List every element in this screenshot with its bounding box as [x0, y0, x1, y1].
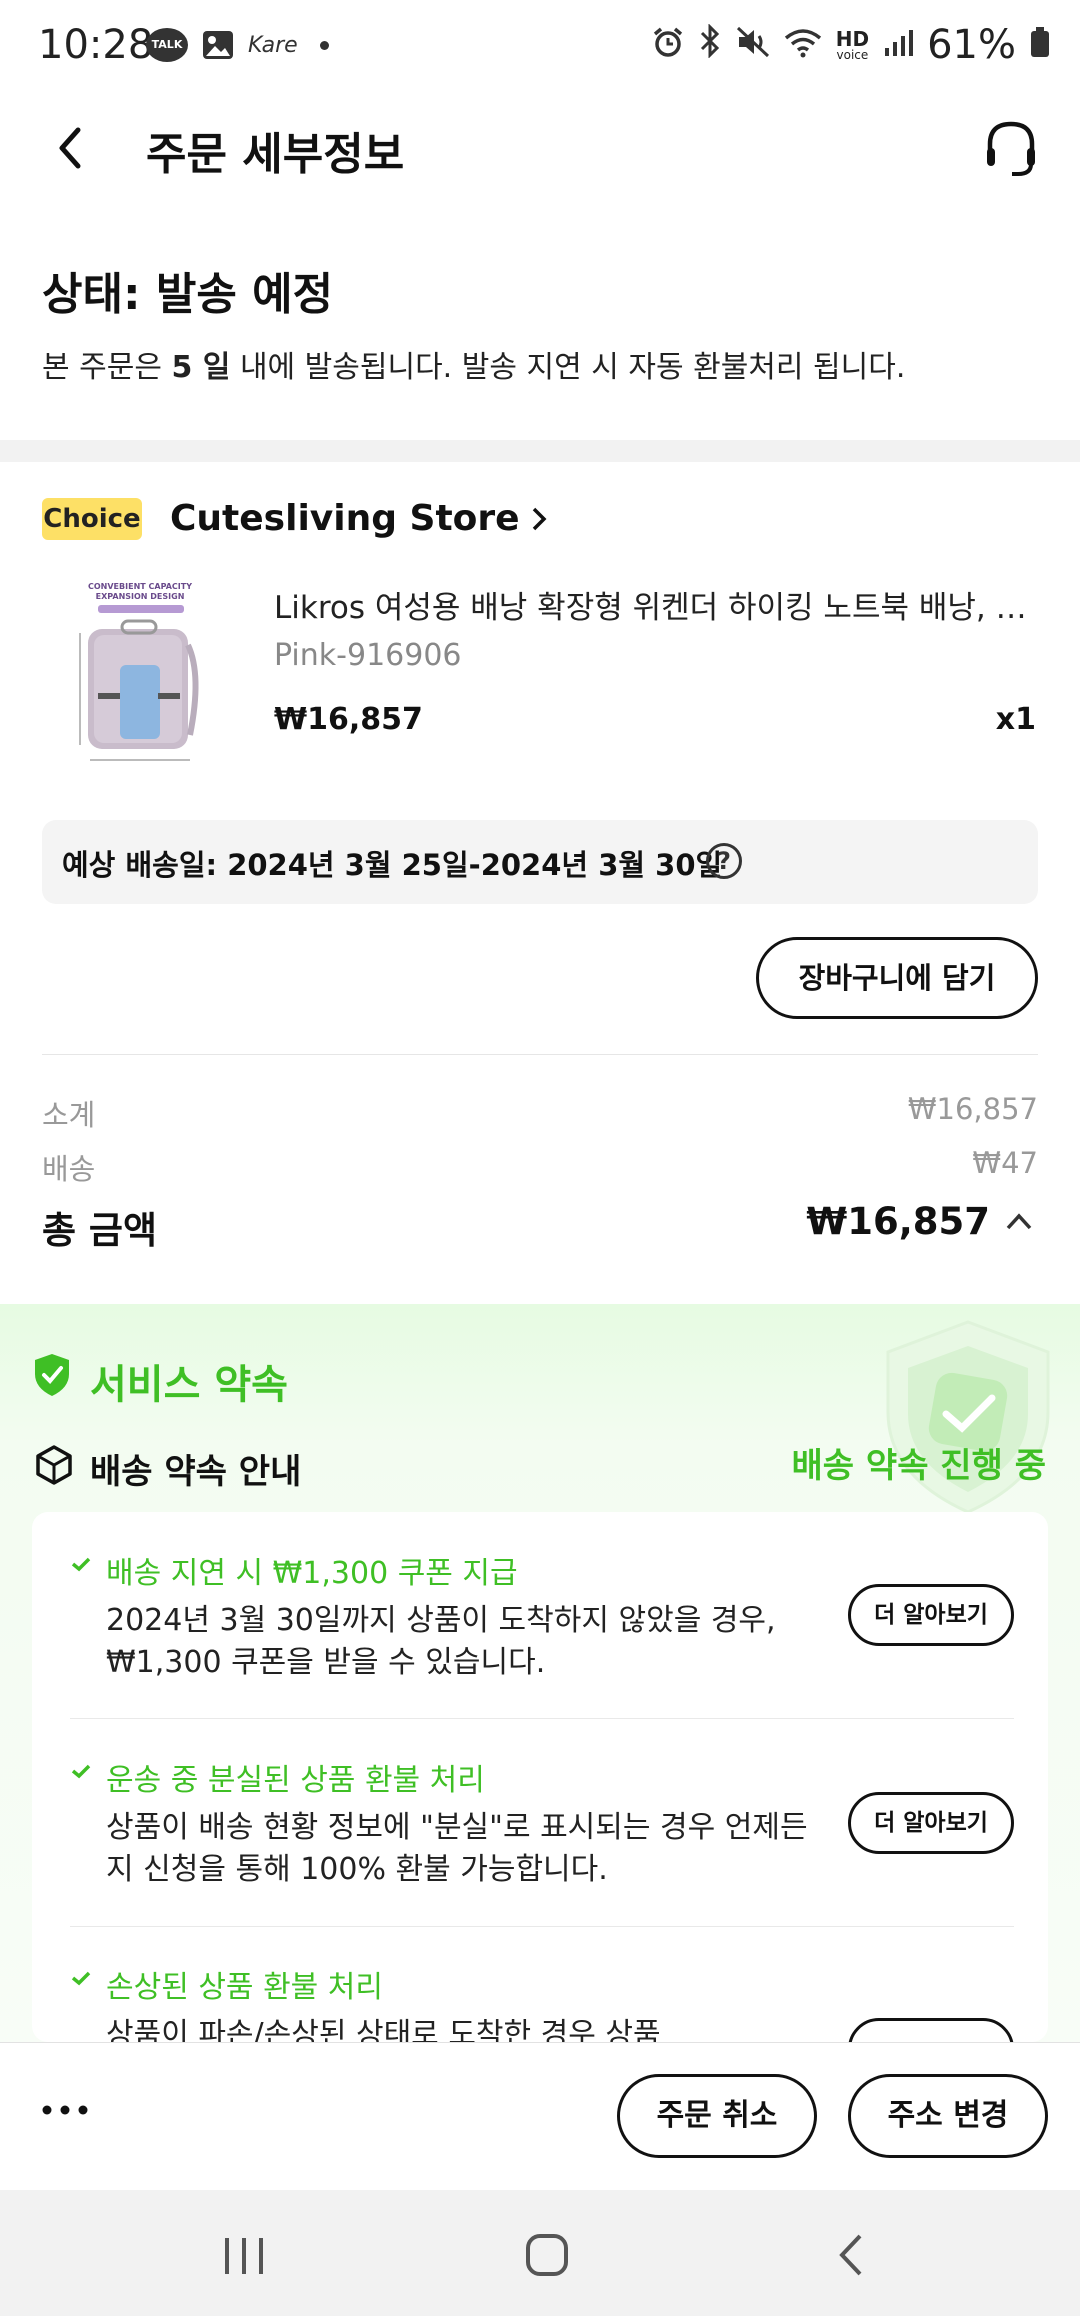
promise-item-desc: 2024년 3월 30일까지 상품이 도착하지 않았을 경우, ₩1,300 쿠… — [106, 1603, 776, 1680]
gallery-icon — [202, 30, 234, 60]
promise-item-desc: 상품이 배송 현황 정보에 "분실"로 표시되는 경우 언제든지 신청을 통해 … — [106, 1810, 808, 1887]
system-icons: HD voice 61% — [652, 22, 1050, 68]
order-status-title: 상태: 발송 예정 — [42, 269, 334, 320]
talk-icon: TALK — [146, 28, 188, 62]
notification-icons: TALK Kare — [146, 28, 329, 62]
recents-icon — [225, 2238, 263, 2274]
order-status-description: 본 주문은 5 일 내에 발송됩니다. 발송 지연 시 자동 환불처리 됩니다. — [42, 350, 906, 385]
item-divider — [70, 1718, 1014, 1719]
back-button[interactable] — [50, 120, 90, 176]
shipping-value: ₩47 — [972, 1146, 1038, 1180]
customer-service-button[interactable] — [984, 118, 1038, 178]
subtotal-label: 소계 — [42, 1098, 96, 1132]
total-label: 총 금액 — [42, 1209, 158, 1252]
product-title[interactable]: Likros 여성용 배낭 확장형 위켄더 하이킹 노트북 배낭, US... — [274, 582, 1034, 627]
learn-more-button[interactable]: 더 알아보기 — [848, 1792, 1014, 1854]
bluetooth-icon — [698, 22, 722, 68]
more-horizontal-icon — [42, 2105, 88, 2115]
learn-more-button[interactable]: 더 알아보기 — [848, 1584, 1014, 1646]
hd-voice-icon: HD voice — [835, 27, 870, 62]
promise-item-title: 운송 중 분실된 상품 환불 처리 — [106, 1763, 485, 1798]
item-divider — [70, 1926, 1014, 1927]
status-bar: 10:28 TALK Kare HD voice 61% — [0, 0, 1080, 95]
service-promise-title: 서비스 약속 — [90, 1362, 288, 1408]
signal-icon — [883, 22, 914, 68]
status-time: 10:28 — [38, 22, 154, 68]
promise-item-title: 배송 지연 시 ₩1,300 쿠폰 지급 — [106, 1556, 518, 1591]
promise-item-title: 손상된 상품 환불 처리 — [106, 1970, 384, 2005]
divider — [42, 1054, 1038, 1055]
chevron-up-icon — [1006, 1213, 1032, 1230]
learn-more-button-partial[interactable] — [848, 2018, 1014, 2042]
product-variant: Pink-916906 — [274, 638, 462, 673]
svg-text:CONVEBIENT CAPACITY: CONVEBIENT CAPACITY — [88, 582, 192, 591]
expected-delivery-text: 예상 배송일: 2024년 3월 25일-2024년 3월 30일 — [62, 848, 723, 882]
check-icon — [71, 1971, 91, 1986]
shield-check-icon — [32, 1352, 72, 1398]
cancel-order-button[interactable]: 주문 취소 — [617, 2074, 817, 2158]
check-icon — [71, 1764, 91, 1779]
recents-button[interactable] — [222, 2236, 266, 2276]
section-divider — [0, 440, 1080, 462]
more-options-button[interactable] — [40, 2102, 90, 2116]
battery-icon — [1030, 22, 1050, 68]
home-icon — [526, 2234, 568, 2276]
mute-icon — [736, 22, 770, 68]
add-to-cart-button[interactable]: 장바구니에 담기 — [756, 937, 1038, 1019]
check-icon — [71, 1557, 91, 1572]
change-address-button[interactable]: 주소 변경 — [848, 2074, 1048, 2158]
wifi-icon — [784, 22, 822, 68]
page-title: 주문 세부정보 — [146, 129, 405, 180]
svg-text:EXPANSION DESIGN: EXPANSION DESIGN — [96, 592, 185, 601]
home-button[interactable] — [524, 2232, 570, 2278]
package-icon — [34, 1444, 74, 1486]
total-value: ₩16,857 — [806, 1200, 990, 1243]
kare-icon: Kare — [248, 32, 298, 58]
delivery-promise-title: 배송 약속 안내 — [90, 1452, 302, 1492]
help-icon[interactable]: ? — [706, 843, 742, 879]
subtotal-value: ₩16,857 — [907, 1092, 1038, 1126]
chevron-left-icon — [59, 127, 81, 169]
nav-back-icon — [839, 2234, 862, 2276]
collapse-summary-button[interactable] — [1004, 1210, 1034, 1234]
product-quantity: x1 — [995, 702, 1036, 737]
promise-item-desc: 상품이 파손/손상된 상태로 도착한 경우 상품 — [106, 2017, 661, 2042]
delivery-promise-status: 배송 약속 진행 중 — [791, 1446, 1046, 1486]
product-image[interactable]: CONVEBIENT CAPACITY EXPANSION DESIGN — [60, 575, 220, 785]
product-price: ₩16,857 — [274, 702, 423, 737]
chevron-right-icon — [532, 507, 547, 530]
store-link[interactable]: Cutesliving Store — [170, 498, 548, 539]
nav-back-button[interactable] — [836, 2232, 866, 2278]
headset-icon — [987, 121, 1035, 176]
store-name: Cutesliving Store — [170, 498, 520, 539]
battery-percent: 61% — [927, 22, 1016, 68]
alarm-icon — [652, 22, 684, 68]
choice-badge: Choice — [42, 498, 142, 540]
shipping-label: 배송 — [42, 1152, 96, 1186]
dot-icon — [319, 40, 329, 50]
